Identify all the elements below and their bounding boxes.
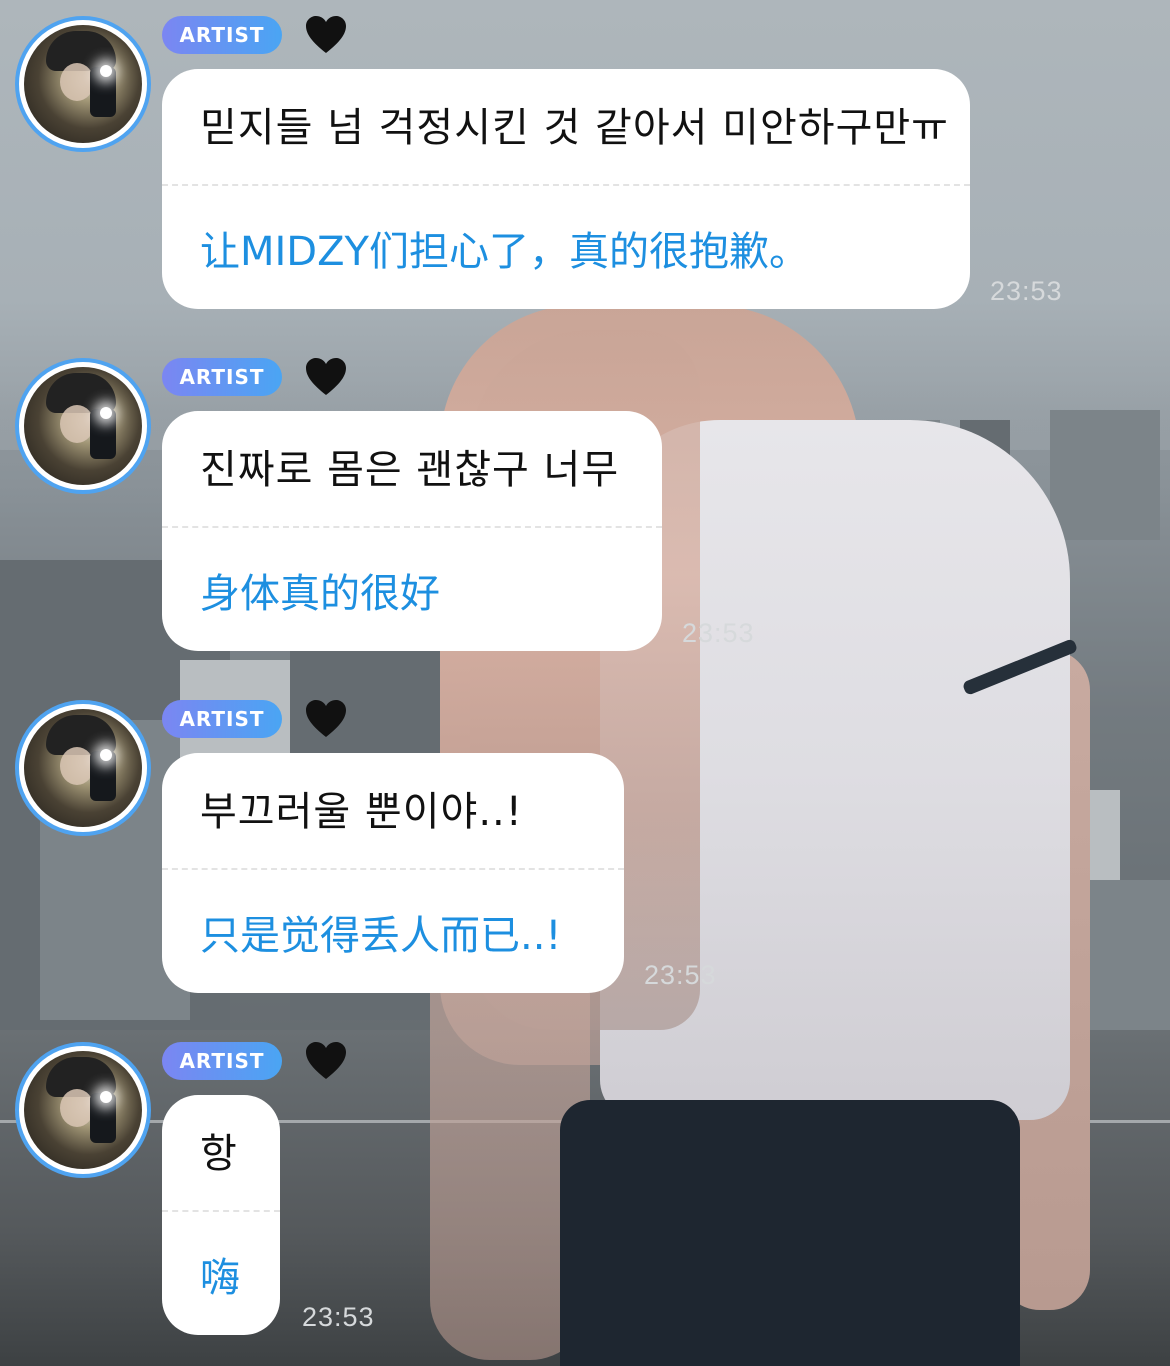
artist-badge: ARTIST	[162, 358, 282, 396]
translated-text: 身体真的很好	[200, 571, 440, 617]
artist-avatar[interactable]	[15, 1042, 151, 1178]
translated-text: 只是觉得丢人而已..!	[200, 913, 562, 959]
divider	[162, 1210, 280, 1212]
divider	[162, 184, 970, 186]
artist-avatar[interactable]	[15, 358, 151, 494]
divider	[162, 526, 662, 528]
message-3: ARTIST 부끄러울 뿐이야..! 只是觉得丢人而已..! 23:53	[0, 684, 1170, 1014]
message-1: ARTIST 믿지들 넘 걱정시킨 것 같아서 미안하구만ㅠ 让MIDZY们担心…	[0, 0, 1170, 330]
artist-avatar[interactable]	[15, 700, 151, 836]
message-bubble[interactable]: 항 嗨	[162, 1095, 280, 1335]
original-text: 진짜로 몸은 괜찮구 너무	[200, 447, 620, 493]
black-heart-icon	[306, 1042, 346, 1079]
message-2: ARTIST 진짜로 몸은 괜찮구 너무 身体真的很好 23:53	[0, 342, 1170, 672]
message-bubble[interactable]: 믿지들 넘 걱정시킨 것 같아서 미안하구만ㅠ 让MIDZY们担心了，真的很抱歉…	[162, 69, 970, 309]
timestamp: 23:53	[302, 1302, 375, 1332]
translated-text: 嗨	[200, 1255, 240, 1301]
timestamp: 23:53	[682, 618, 755, 648]
divider	[162, 868, 624, 870]
black-heart-icon	[306, 358, 346, 395]
original-text: 항	[200, 1131, 238, 1177]
black-heart-icon	[306, 700, 346, 737]
translated-text: 让MIDZY们担心了，真的很抱歉。	[200, 229, 809, 275]
artist-badge: ARTIST	[162, 1042, 282, 1080]
timestamp: 23:53	[644, 960, 717, 990]
original-text: 부끄러울 뿐이야..!	[200, 789, 523, 835]
message-bubble[interactable]: 부끄러울 뿐이야..! 只是觉得丢人而已..!	[162, 753, 624, 993]
timestamp: 23:53	[990, 276, 1063, 306]
original-text: 믿지들 넘 걱정시킨 것 같아서 미안하구만ㅠ	[200, 105, 949, 151]
message-bubble[interactable]: 진짜로 몸은 괜찮구 너무 身体真的很好	[162, 411, 662, 651]
message-4: ARTIST 항 嗨 23:53	[0, 1026, 1170, 1366]
artist-avatar[interactable]	[15, 16, 151, 152]
artist-badge: ARTIST	[162, 16, 282, 54]
black-heart-icon	[306, 16, 346, 53]
artist-badge: ARTIST	[162, 700, 282, 738]
